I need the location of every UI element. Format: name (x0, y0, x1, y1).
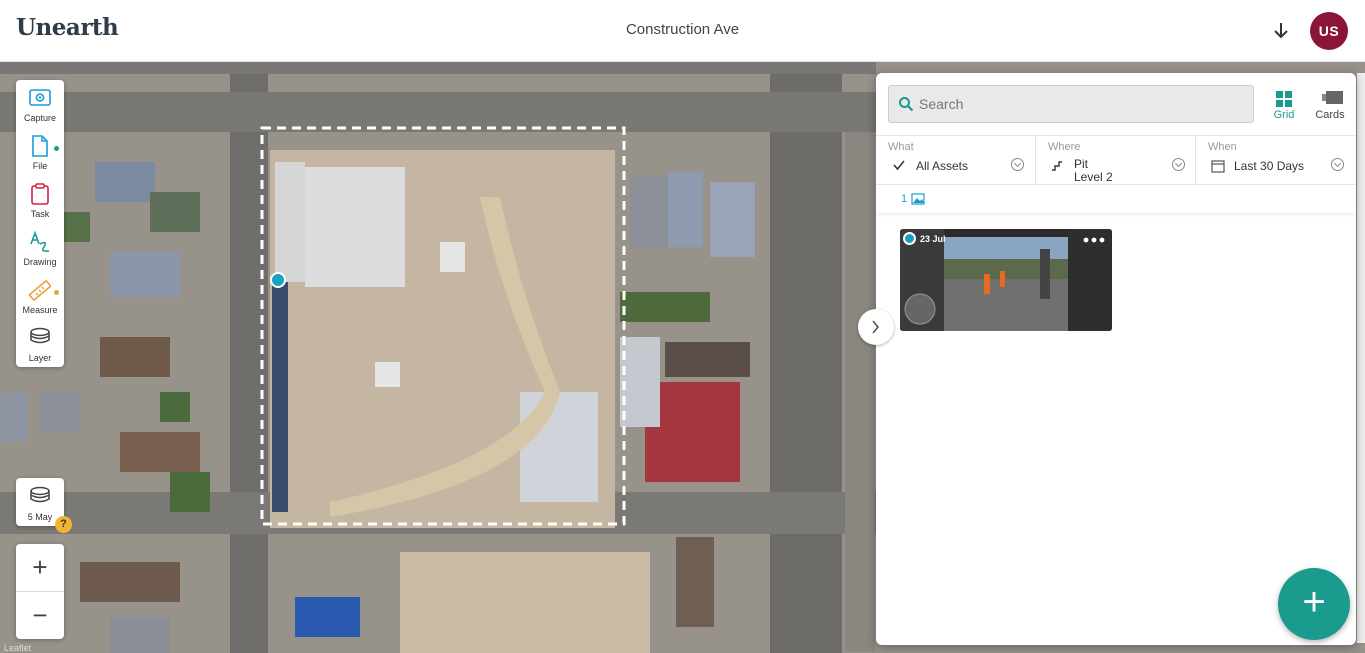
chevron-down-icon (1331, 158, 1344, 171)
file-indicator-dot (54, 146, 59, 151)
top-bar: Unearth Construction Ave US (0, 0, 1365, 62)
measure-indicator-dot (54, 290, 59, 295)
file-icon (32, 135, 48, 157)
layer-label: Layer (28, 353, 52, 363)
image-icon (911, 193, 925, 205)
filter-where-level2: Level 2 (1074, 170, 1113, 184)
tool-panel: Capture File Task Drawing Measure Layer (16, 80, 64, 367)
app-logo[interactable]: Unearth (16, 14, 119, 41)
chevron-down-icon (1011, 158, 1024, 171)
task-label: Task (30, 209, 50, 219)
layer-tool[interactable]: Layer (16, 320, 64, 368)
measure-label: Measure (22, 305, 58, 315)
grid-view-label: Grid (1273, 109, 1295, 121)
search-box (888, 85, 1254, 123)
drawing-icon (30, 230, 50, 252)
asset-date: 23 Jul (920, 234, 946, 244)
task-tool[interactable]: Task (16, 176, 64, 224)
page-scrollbar[interactable] (1357, 73, 1365, 643)
capture-tool[interactable]: Capture (16, 80, 64, 128)
results-count-bar: 1 (876, 185, 1356, 213)
cards-view-label: Cards (1315, 109, 1345, 121)
asset-card[interactable]: 23 Jul (900, 229, 1112, 331)
layers-icon (30, 327, 50, 344)
map-attribution[interactable]: Leaflet (4, 643, 31, 653)
filter-what[interactable]: What All Assets (876, 136, 1036, 186)
layers-icon (30, 486, 50, 503)
filter-where[interactable]: Where Pit Level 2 (1036, 136, 1196, 186)
file-label: File (32, 161, 48, 171)
search-input[interactable] (919, 86, 1249, 122)
drawing-tool[interactable]: Drawing (16, 224, 64, 272)
project-title-wrap: Construction Ave (0, 21, 1365, 38)
collapse-panel-button[interactable] (858, 309, 894, 345)
drawing-label: Drawing (23, 257, 57, 267)
camera-icon (29, 89, 51, 106)
zoom-control: + − (16, 544, 64, 639)
filter-when-value: Last 30 Days (1234, 159, 1305, 173)
chevron-right-icon (872, 320, 880, 334)
help-badge[interactable]: ? (55, 516, 72, 533)
check-icon (893, 160, 905, 171)
asset-location-dot (903, 232, 916, 245)
more-options-icon[interactable] (1083, 237, 1105, 243)
filter-when[interactable]: When Last 30 Days (1196, 136, 1356, 186)
filter-what-heading: What (888, 141, 914, 153)
clipboard-icon (31, 183, 49, 205)
filter-what-value: All Assets (916, 159, 969, 173)
grid-icon (1276, 91, 1292, 107)
project-title[interactable]: Construction Ave (626, 21, 739, 38)
results-count: 1 (901, 193, 908, 205)
filter-bar: What All Assets Where Pit Level 2 When L… (876, 135, 1356, 186)
filter-where-heading: Where (1048, 141, 1081, 153)
add-asset-button[interactable]: + (1278, 568, 1350, 640)
search-icon (899, 97, 914, 112)
file-tool[interactable]: File (16, 128, 64, 176)
stairs-icon (1052, 161, 1062, 171)
filter-when-heading: When (1208, 141, 1237, 153)
ruler-icon (28, 280, 52, 301)
asset-thumbnail (900, 229, 1112, 331)
grid-view-button[interactable]: Grid (1262, 87, 1306, 123)
zoom-in-button[interactable]: + (16, 544, 64, 591)
filter-where-level1: Pit (1074, 157, 1089, 171)
measure-tool[interactable]: Measure (16, 272, 64, 320)
cards-icon (1322, 91, 1343, 104)
capture-label: Capture (23, 113, 57, 123)
cards-view-button[interactable]: Cards (1308, 87, 1352, 123)
download-arrow-icon[interactable] (1270, 20, 1292, 42)
calendar-icon (1211, 160, 1225, 173)
user-avatar[interactable]: US (1310, 12, 1348, 50)
zoom-out-button[interactable]: − (16, 592, 64, 639)
chevron-down-icon (1172, 158, 1185, 171)
assets-panel: Grid Cards What All Assets Where Pit Lev… (876, 73, 1356, 645)
